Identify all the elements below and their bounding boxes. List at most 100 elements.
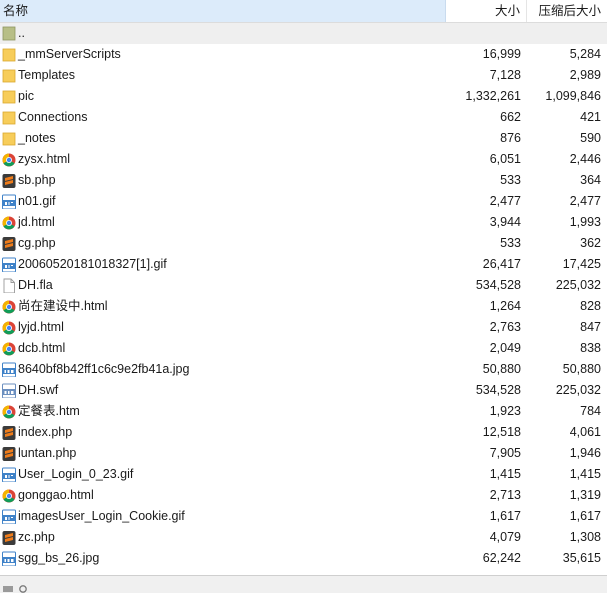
sublime-icon bbox=[2, 426, 16, 440]
file-size: 2,477 bbox=[489, 194, 521, 208]
compressed-size: 784 bbox=[580, 404, 601, 418]
compressed-size: 225,032 bbox=[555, 278, 601, 292]
file-row[interactable]: luntan.php 7,905 1,946 bbox=[0, 443, 607, 464]
compressed-size: 1,617 bbox=[569, 509, 601, 523]
file-row[interactable]: jd.html 3,944 1,993 bbox=[0, 212, 607, 233]
gif-icon bbox=[2, 257, 16, 272]
file-name: jd.html bbox=[18, 215, 55, 229]
file-row[interactable]: sb.php 533 364 bbox=[0, 170, 607, 191]
file-size: 2,713 bbox=[489, 488, 521, 502]
file-row[interactable]: lyjd.html 2,763 847 bbox=[0, 317, 607, 338]
parent-folder-row[interactable]: .. bbox=[0, 23, 607, 44]
compressed-size: 847 bbox=[580, 320, 601, 334]
file-name: DH.fla bbox=[18, 278, 53, 292]
chrome-icon bbox=[2, 321, 16, 335]
compressed-size: 1,415 bbox=[569, 467, 601, 481]
folder-icon bbox=[2, 69, 16, 83]
chrome-icon bbox=[2, 405, 16, 419]
file-name: zysx.html bbox=[18, 152, 71, 166]
compressed-size: 225,032 bbox=[555, 383, 601, 397]
file-size: 7,905 bbox=[489, 446, 521, 460]
file-row[interactable]: User_Login_0_23.gif 1,415 1,415 bbox=[0, 464, 607, 485]
file-row[interactable]: gonggao.html 2,713 1,319 bbox=[0, 485, 607, 506]
file-size: 876 bbox=[500, 131, 521, 145]
compressed-size: 5,284 bbox=[569, 47, 601, 61]
file-size: 62,242 bbox=[482, 551, 521, 565]
gif-icon bbox=[2, 509, 16, 524]
name-column-header[interactable]: 名称 bbox=[0, 0, 446, 22]
file-row[interactable]: cg.php 533 362 bbox=[0, 233, 607, 254]
file-row[interactable]: DH.fla 534,528 225,032 bbox=[0, 275, 607, 296]
file-row[interactable]: dcb.html 2,049 838 bbox=[0, 338, 607, 359]
sublime-icon bbox=[2, 531, 16, 545]
size-column-header[interactable]: 大小 bbox=[446, 0, 527, 22]
file-row[interactable]: imagesUser_Login_Cookie.gif 1,617 1,617 bbox=[0, 506, 607, 527]
file-size: 1,264 bbox=[489, 299, 521, 313]
file-row[interactable]: 定餐表.htm 1,923 784 bbox=[0, 401, 607, 422]
file-row[interactable]: 20060520181018327[1].gif 26,417 17,425 bbox=[0, 254, 607, 275]
chrome-icon bbox=[2, 342, 16, 356]
file-row[interactable]: sgg_bs_26.jpg 62,242 35,615 bbox=[0, 548, 607, 569]
file-row[interactable]: DH.swf 534,528 225,032 bbox=[0, 380, 607, 401]
file-name: DH.swf bbox=[18, 383, 59, 397]
compressed-size: 828 bbox=[580, 299, 601, 313]
file-name: pic bbox=[18, 89, 34, 103]
file-name: .. bbox=[18, 26, 25, 40]
compressed-size: 590 bbox=[580, 131, 601, 145]
file-row[interactable]: _mmServerScripts 16,999 5,284 bbox=[0, 44, 607, 65]
file-name: sgg_bs_26.jpg bbox=[18, 551, 100, 565]
file-size: 1,415 bbox=[489, 467, 521, 481]
file-name: imagesUser_Login_Cookie.gif bbox=[18, 509, 185, 523]
file-name: _notes bbox=[18, 131, 56, 145]
compressed-size-column-header[interactable]: 压缩后大小 bbox=[527, 0, 607, 22]
chrome-icon bbox=[2, 153, 16, 167]
folder-icon bbox=[2, 90, 16, 104]
file-row[interactable]: index.php 12,518 4,061 bbox=[0, 422, 607, 443]
file-row[interactable]: 8640bf8b42ff1c6c9e2fb41a.jpg 50,880 50,880 bbox=[0, 359, 607, 380]
file-row[interactable]: pic 1,332,261 1,099,846 bbox=[0, 86, 607, 107]
file-name: 8640bf8b42ff1c6c9e2fb41a.jpg bbox=[18, 362, 190, 376]
file-row[interactable]: 尚在建设中.html 1,264 828 bbox=[0, 296, 607, 317]
file-name: Templates bbox=[18, 68, 75, 82]
file-name: lyjd.html bbox=[18, 320, 64, 334]
jpg-icon bbox=[2, 551, 16, 566]
file-size: 4,079 bbox=[489, 530, 521, 544]
file-row[interactable]: n01.gif 2,477 2,477 bbox=[0, 191, 607, 212]
file-name: dcb.html bbox=[18, 341, 66, 355]
file-name: User_Login_0_23.gif bbox=[18, 467, 134, 481]
compressed-size: 364 bbox=[580, 173, 601, 187]
compressed-size: 1,308 bbox=[569, 530, 601, 544]
compressed-size: 17,425 bbox=[562, 257, 601, 271]
file-size: 7,128 bbox=[489, 68, 521, 82]
file-name: n01.gif bbox=[18, 194, 56, 208]
compressed-size: 1,946 bbox=[569, 446, 601, 460]
file-row[interactable]: Connections 662 421 bbox=[0, 107, 607, 128]
file-name: cg.php bbox=[18, 236, 56, 250]
file-size: 534,528 bbox=[475, 278, 521, 292]
file-name: 20060520181018327[1].gif bbox=[18, 257, 167, 271]
status-bar bbox=[0, 575, 607, 593]
file-size: 662 bbox=[500, 110, 521, 124]
folder-icon bbox=[2, 48, 16, 62]
file-row[interactable]: Templates 7,128 2,989 bbox=[0, 65, 607, 86]
file-size: 6,051 bbox=[489, 152, 521, 166]
file-list: .. _mmServerScripts 16,999 5,284 Templates 7,… bbox=[0, 23, 607, 575]
file-name: index.php bbox=[18, 425, 73, 439]
chrome-icon bbox=[2, 300, 16, 314]
file-row[interactable]: zysx.html 6,051 2,446 bbox=[0, 149, 607, 170]
compressed-size: 2,446 bbox=[569, 152, 601, 166]
file-size: 1,332,261 bbox=[465, 89, 521, 103]
compressed-size: 1,319 bbox=[569, 488, 601, 502]
file-name: _mmServerScripts bbox=[18, 47, 121, 61]
compressed-size: 4,061 bbox=[569, 425, 601, 439]
file-row[interactable]: zc.php 4,079 1,308 bbox=[0, 527, 607, 548]
file-row[interactable]: _notes 876 590 bbox=[0, 128, 607, 149]
chrome-icon bbox=[2, 216, 16, 230]
file-name: 尚在建设中.html bbox=[18, 299, 108, 313]
blank-file-icon bbox=[3, 278, 15, 293]
file-name: zc.php bbox=[18, 530, 55, 544]
file-size: 533 bbox=[500, 236, 521, 250]
sublime-icon bbox=[2, 447, 16, 461]
file-size: 533 bbox=[500, 173, 521, 187]
compressed-size bbox=[527, 23, 601, 44]
